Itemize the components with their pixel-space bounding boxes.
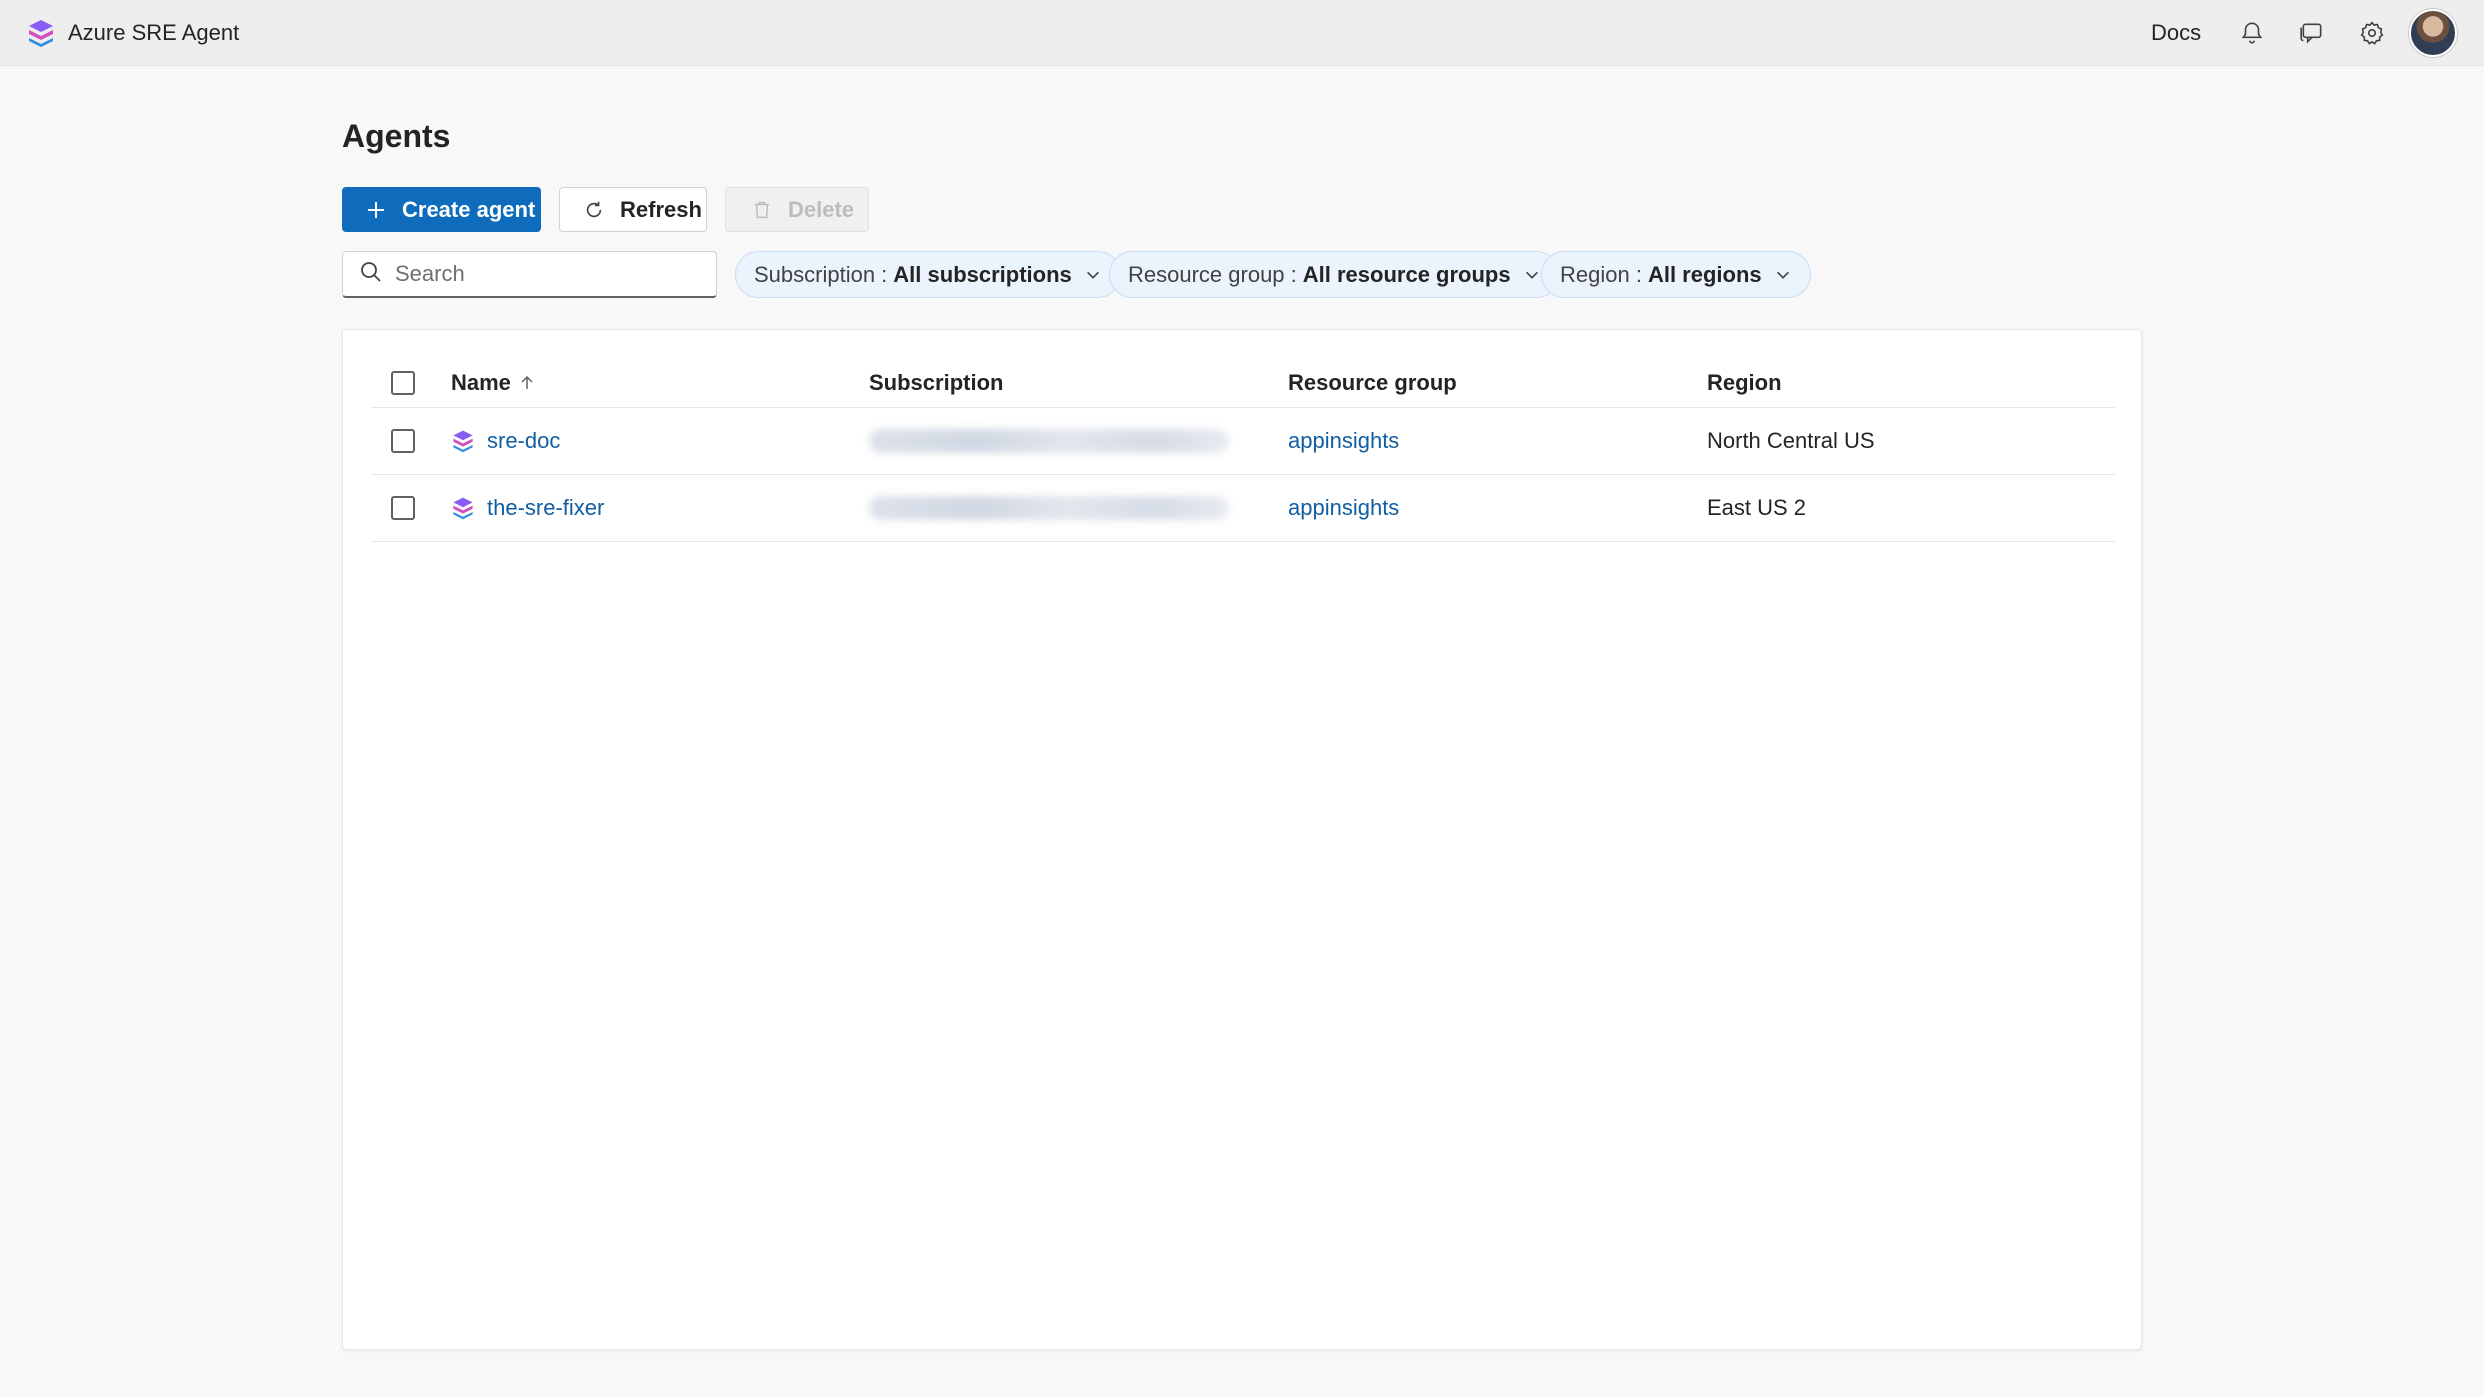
agents-table: Name Subscription Resource group Region …	[371, 358, 2115, 542]
resource-group-filter-label: Resource group :	[1128, 261, 1297, 287]
search-icon	[359, 260, 383, 289]
gear-icon[interactable]	[2356, 17, 2388, 49]
create-agent-label: Create agent	[402, 196, 536, 222]
refresh-label: Refresh	[620, 196, 702, 222]
delete-label: Delete	[788, 196, 855, 222]
agent-icon	[453, 430, 473, 453]
docs-link[interactable]: Docs	[2151, 20, 2201, 46]
resource-group-link[interactable]: appinsights	[1288, 495, 1399, 521]
row-checkbox[interactable]	[391, 496, 415, 520]
region-filter-value: All regions	[1647, 261, 1762, 287]
chevron-down-icon	[1523, 266, 1541, 284]
subscription-filter[interactable]: Subscription : All subscriptions	[735, 251, 1121, 298]
app-title: Azure SRE Agent	[68, 20, 240, 45]
region-filter[interactable]: Region : All regions	[1541, 251, 1811, 298]
redacted-subscription	[869, 496, 1229, 520]
chat-icon[interactable]	[2296, 17, 2328, 49]
agent-name-link[interactable]: sre-doc	[487, 428, 560, 454]
create-agent-button[interactable]: Create agent	[342, 187, 541, 232]
agent-icon	[453, 497, 473, 520]
agents-table-card: Name Subscription Resource group Region …	[342, 329, 2142, 1350]
resource-group-filter[interactable]: Resource group : All resource groups	[1109, 251, 1560, 298]
azure-sre-agent-logo-icon	[29, 20, 53, 47]
delete-button[interactable]: Delete	[725, 187, 869, 232]
refresh-button[interactable]: Refresh	[559, 187, 707, 232]
top-bar: Azure SRE Agent Docs	[0, 0, 2484, 66]
search-box[interactable]	[342, 251, 717, 298]
redacted-subscription	[869, 429, 1229, 453]
resource-group-link[interactable]: appinsights	[1288, 428, 1399, 454]
resource-group-filter-value: All resource groups	[1302, 261, 1511, 287]
table-row[interactable]: sre-doc appinsights North Central US	[371, 408, 2115, 475]
search-input[interactable]	[395, 261, 695, 287]
bell-icon[interactable]	[2236, 17, 2268, 49]
region-cell: North Central US	[1707, 428, 1875, 453]
select-all-checkbox[interactable]	[391, 370, 415, 395]
page-title: Agents	[342, 118, 451, 154]
chevron-down-icon	[1084, 266, 1102, 284]
sort-ascending-icon	[519, 375, 535, 391]
brand[interactable]: Azure SRE Agent	[26, 18, 239, 48]
agent-name-link[interactable]: the-sre-fixer	[487, 495, 604, 521]
table-header-row: Name Subscription Resource group Region	[371, 358, 2115, 408]
subscription-filter-label: Subscription :	[754, 261, 888, 287]
trash-icon	[750, 198, 774, 222]
chevron-down-icon	[1774, 266, 1792, 284]
refresh-icon	[582, 198, 606, 222]
avatar[interactable]	[2409, 9, 2457, 57]
column-header-region[interactable]: Region	[1707, 358, 1782, 407]
column-header-name[interactable]: Name	[451, 358, 535, 407]
region-cell: East US 2	[1707, 495, 1807, 520]
region-filter-label: Region :	[1560, 261, 1642, 287]
column-header-subscription[interactable]: Subscription	[869, 358, 1003, 407]
table-row[interactable]: the-sre-fixer appinsights East US 2	[371, 475, 2115, 542]
subscription-filter-value: All subscriptions	[893, 261, 1072, 287]
row-checkbox[interactable]	[391, 429, 415, 453]
plus-icon	[364, 198, 388, 222]
column-header-resource-group[interactable]: Resource group	[1288, 358, 1457, 407]
